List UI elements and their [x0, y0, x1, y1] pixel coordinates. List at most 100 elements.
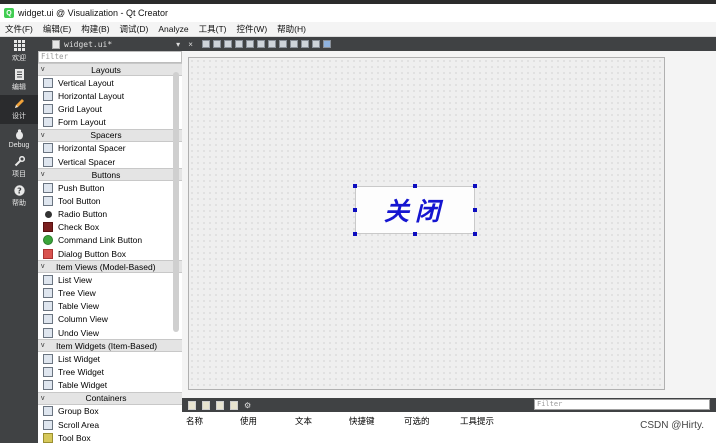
widget-item-tree-view[interactable]: Tree View [38, 286, 182, 299]
adjust-size-icon[interactable] [322, 40, 331, 48]
column-header-checkable[interactable]: 可选的 [404, 415, 430, 427]
edit-buddies-icon[interactable] [223, 40, 232, 48]
selection-handle-middle-right[interactable] [473, 208, 477, 212]
new-action-icon[interactable] [188, 400, 196, 410]
widget-item-radio-button[interactable]: Radio Button [38, 208, 182, 221]
scroll-area-icon [43, 419, 53, 430]
widget-item-undo-view[interactable]: Undo View [38, 326, 182, 339]
edit-signals-slots-icon[interactable] [212, 40, 221, 48]
category-layouts[interactable]: v Layouts [38, 63, 182, 76]
debug-bug-icon [15, 128, 23, 139]
svg-text:?: ? [17, 186, 22, 195]
mode-design[interactable]: 设计 [0, 95, 38, 124]
form-surface[interactable]: 关闭 [188, 57, 665, 390]
widget-item-tool-button[interactable]: Tool Button [38, 194, 182, 207]
paste-action-icon[interactable] [216, 400, 224, 410]
column-header-tooltip[interactable]: 工具提示 [460, 415, 494, 427]
widget-item-label: Dialog Button Box [58, 248, 127, 259]
check-box-icon [43, 222, 53, 233]
widget-item-horizontal-layout[interactable]: Horizontal Layout [38, 89, 182, 102]
widget-item-tree-widget[interactable]: Tree Widget [38, 365, 182, 378]
document-tab[interactable]: widget.ui* [52, 39, 112, 49]
mode-projects[interactable]: 项目 [0, 153, 38, 182]
widget-item-scroll-area[interactable]: Scroll Area [38, 418, 182, 431]
column-header-used[interactable]: 使用 [240, 415, 257, 427]
configure-action-icon[interactable]: ⚙ [244, 401, 252, 410]
close-push-button[interactable]: 关闭 [355, 186, 475, 234]
widget-item-horizontal-spacer[interactable]: Horizontal Spacer [38, 142, 182, 155]
close-document-icon[interactable]: × [188, 40, 193, 49]
widget-item-tool-box[interactable]: Tool Box [38, 431, 182, 443]
selection-handle-bottom-center[interactable] [413, 232, 417, 236]
widget-item-label: Form Layout [58, 117, 106, 128]
menu-help[interactable]: 帮助(H) [277, 23, 306, 35]
menu-debug[interactable]: 调试(D) [120, 23, 149, 35]
menu-widget[interactable]: 控件(W) [236, 23, 267, 35]
category-buttons[interactable]: v Buttons [38, 168, 182, 182]
column-header-name[interactable]: 名称 [186, 415, 203, 427]
widget-filter-input[interactable]: Filter [38, 51, 182, 63]
widget-item-dialog-button-box[interactable]: Dialog Button Box [38, 247, 182, 260]
widget-item-group-box[interactable]: Group Box [38, 405, 182, 418]
menu-analyze[interactable]: Analyze [158, 24, 188, 34]
menu-build[interactable]: 构建(B) [81, 23, 109, 35]
selection-handle-top-center[interactable] [413, 184, 417, 188]
category-item-views[interactable]: v Item Views (Model-Based) [38, 260, 182, 274]
layout-horizontal-splitter-icon[interactable] [267, 40, 276, 48]
widget-item-label: Horizontal Spacer [58, 143, 126, 154]
layout-form-icon[interactable] [300, 40, 309, 48]
document-dropdown-icon[interactable]: ▾ [176, 40, 180, 49]
category-item-widgets[interactable]: v Item Widgets (Item-Based) [38, 339, 182, 353]
selection-handle-top-right[interactable] [473, 184, 477, 188]
column-header-shortcut[interactable]: 快捷键 [349, 415, 375, 427]
action-filter-input[interactable]: Filter [534, 399, 710, 410]
widget-box-scrollbar[interactable] [173, 72, 179, 332]
selection-handle-top-left[interactable] [353, 184, 357, 188]
widget-item-vertical-spacer[interactable]: Vertical Spacer [38, 155, 182, 168]
mode-debug[interactable]: Debug [0, 124, 38, 153]
layout-vertical-splitter-icon[interactable] [278, 40, 287, 48]
menu-bar: 文件(F) 编辑(E) 构建(B) 调试(D) Analyze 工具(T) 控件… [0, 22, 716, 37]
mode-edit[interactable]: 编辑 [0, 66, 38, 95]
widget-item-command-link-button[interactable]: Command Link Button [38, 234, 182, 247]
widget-item-table-view[interactable]: Table View [38, 300, 182, 313]
chevron-down-icon: v [41, 342, 45, 350]
widget-item-label: Table View [58, 301, 99, 312]
category-containers[interactable]: v Containers [38, 391, 182, 405]
widget-item-push-button[interactable]: Push Button [38, 181, 182, 194]
menu-tools[interactable]: 工具(T) [199, 23, 227, 35]
category-spacers[interactable]: v Spacers [38, 128, 182, 142]
widget-item-vertical-layout[interactable]: Vertical Layout [38, 76, 182, 89]
widget-item-list-widget[interactable]: List Widget [38, 352, 182, 365]
mode-welcome[interactable]: 欢迎 [0, 37, 38, 66]
mode-debug-label: Debug [8, 141, 30, 149]
layout-horizontal-icon[interactable] [245, 40, 254, 48]
widget-item-grid-layout[interactable]: Grid Layout [38, 102, 182, 115]
selection-handle-bottom-left[interactable] [353, 232, 357, 236]
chevron-down-icon: v [41, 263, 45, 271]
widget-item-label: Group Box [58, 406, 99, 417]
chevron-down-icon: v [41, 394, 45, 402]
widget-item-table-widget[interactable]: Table Widget [38, 379, 182, 392]
break-layout-icon[interactable] [311, 40, 320, 48]
edit-tab-order-icon[interactable] [234, 40, 243, 48]
widget-item-check-box[interactable]: Check Box [38, 221, 182, 234]
mode-help[interactable]: ? 帮助 [0, 182, 38, 211]
edit-widgets-icon[interactable] [201, 40, 210, 48]
widget-item-label: Tree View [58, 288, 96, 299]
layout-vertical-icon[interactable] [256, 40, 265, 48]
watermark-text: CSDN @Hirty. [640, 420, 704, 431]
widget-item-column-view[interactable]: Column View [38, 313, 182, 326]
menu-file[interactable]: 文件(F) [5, 23, 33, 35]
menu-edit[interactable]: 编辑(E) [43, 23, 71, 35]
delete-action-icon[interactable] [230, 400, 238, 410]
selection-handle-bottom-right[interactable] [473, 232, 477, 236]
column-view-icon [43, 314, 53, 325]
column-header-text[interactable]: 文本 [295, 415, 312, 427]
selection-handle-middle-left[interactable] [353, 208, 357, 212]
copy-action-icon[interactable] [202, 400, 210, 410]
widget-item-form-layout[interactable]: Form Layout [38, 116, 182, 129]
widget-item-label: Command Link Button [58, 235, 143, 246]
widget-item-list-view[interactable]: List View [38, 273, 182, 286]
layout-grid-icon[interactable] [289, 40, 298, 48]
